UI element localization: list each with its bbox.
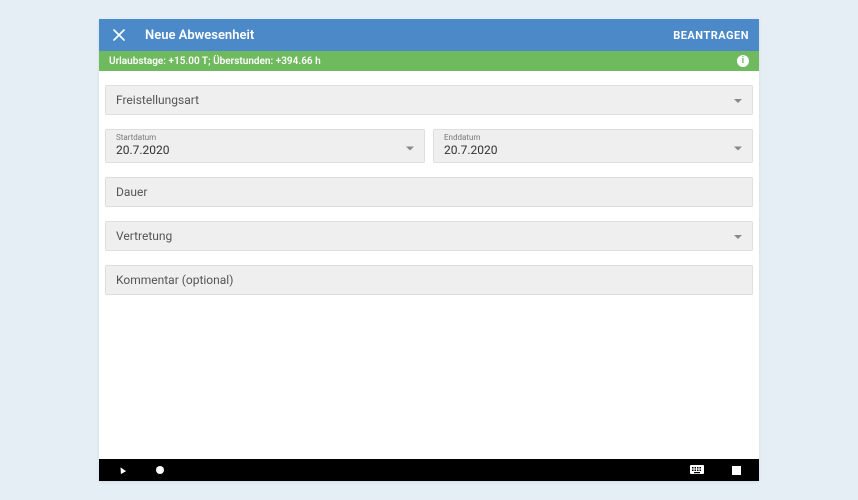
absence-type-label: Freistellungsart bbox=[116, 93, 199, 107]
end-date-label: Enddatum bbox=[444, 133, 742, 143]
system-navbar bbox=[99, 459, 759, 481]
substitute-select[interactable]: Vertretung bbox=[105, 221, 753, 251]
page-title: Neue Abwesenheit bbox=[145, 28, 254, 43]
status-bar: Urlaubstage: +15.00 T; Überstunden: +394… bbox=[99, 51, 759, 71]
nav-home-icon[interactable] bbox=[155, 465, 165, 475]
chevron-down-icon bbox=[734, 229, 742, 243]
start-date-label: Startdatum bbox=[116, 133, 414, 143]
app-header: Neue Abwesenheit BEANTRAGEN bbox=[99, 19, 759, 51]
start-date-value: 20.7.2020 bbox=[116, 143, 414, 157]
substitute-label: Vertretung bbox=[116, 229, 172, 243]
submit-button[interactable]: BEANTRAGEN bbox=[673, 29, 749, 42]
form-content: Freistellungsart Startdatum 20.7.2020 En… bbox=[99, 71, 759, 459]
comment-field[interactable]: Kommentar (optional) bbox=[105, 265, 753, 295]
keyboard-icon[interactable] bbox=[690, 465, 704, 475]
absence-type-select[interactable]: Freistellungsart bbox=[105, 85, 753, 115]
chevron-down-icon bbox=[406, 136, 414, 155]
nav-recent-icon[interactable] bbox=[732, 466, 741, 475]
app-window: Neue Abwesenheit BEANTRAGEN Urlaubstage:… bbox=[99, 19, 759, 481]
chevron-down-icon bbox=[734, 93, 742, 107]
duration-label: Dauer bbox=[116, 185, 147, 199]
info-icon[interactable]: i bbox=[737, 55, 749, 67]
start-date-field[interactable]: Startdatum 20.7.2020 bbox=[105, 129, 425, 163]
duration-field[interactable]: Dauer bbox=[105, 177, 753, 207]
close-button[interactable] bbox=[109, 25, 129, 45]
status-text: Urlaubstage: +15.00 T; Überstunden: +394… bbox=[109, 56, 321, 67]
date-row: Startdatum 20.7.2020 Enddatum 20.7.2020 bbox=[105, 129, 753, 163]
nav-back-icon[interactable] bbox=[117, 465, 127, 475]
chevron-down-icon bbox=[734, 136, 742, 155]
comment-label: Kommentar (optional) bbox=[116, 273, 233, 287]
close-icon bbox=[113, 29, 125, 41]
end-date-field[interactable]: Enddatum 20.7.2020 bbox=[433, 129, 753, 163]
end-date-value: 20.7.2020 bbox=[444, 143, 742, 157]
